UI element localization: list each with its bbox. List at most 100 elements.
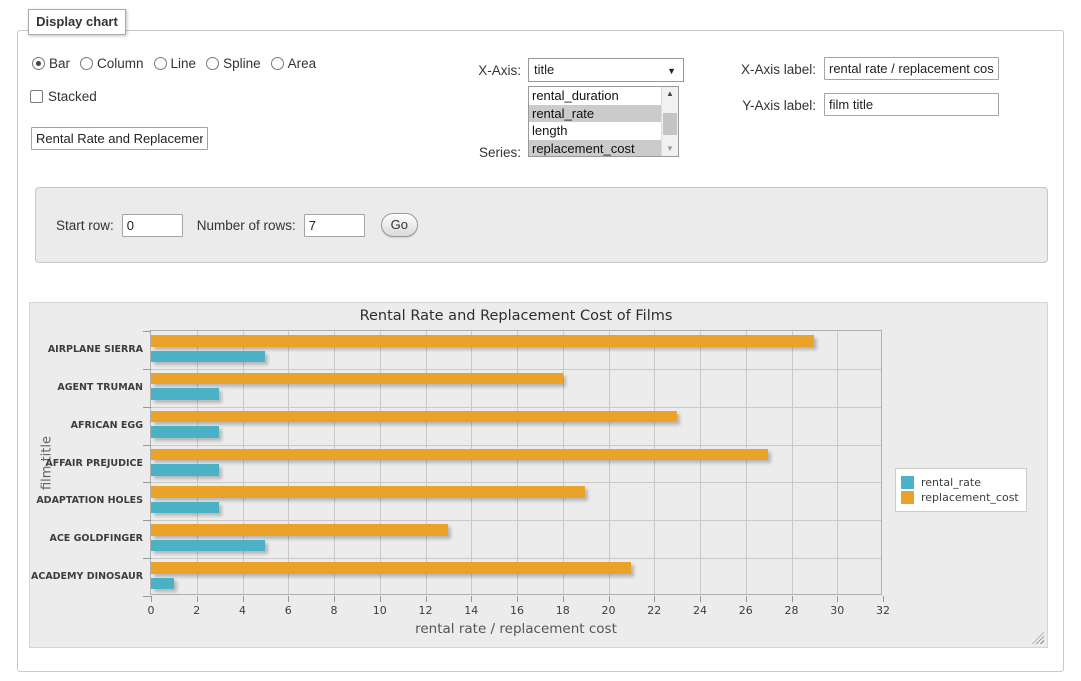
x-axis-label-input[interactable] [824, 57, 999, 80]
x-tick-mark [837, 596, 838, 602]
radio-label: Line [171, 56, 197, 71]
x-tick-mark [197, 596, 198, 602]
category-label: AIRPLANE SIERRA [31, 344, 143, 355]
x-axis-select-value: title [534, 62, 554, 77]
x-tick-mark [792, 596, 793, 602]
gridline-vertical [654, 331, 655, 594]
series-option-replacement-cost[interactable]: replacement_cost [529, 140, 661, 156]
y-tick-mark [143, 520, 151, 521]
radio-option-column[interactable]: Column [80, 56, 144, 71]
scroll-down-icon[interactable]: ▼ [662, 142, 678, 156]
radio-button-icon[interactable] [271, 57, 284, 70]
x-tick-label: 8 [319, 604, 349, 617]
chart-title-input[interactable] [31, 127, 208, 150]
series-multiselect[interactable]: rental_duration rental_rate length repla… [528, 86, 679, 157]
radio-button-icon[interactable] [80, 57, 93, 70]
gridline-horizontal [151, 558, 881, 559]
bar-replacement_cost [151, 411, 677, 423]
bar-rental_rate [151, 578, 174, 590]
radio-option-line[interactable]: Line [154, 56, 197, 71]
stacked-option[interactable]: Stacked [30, 89, 97, 104]
gridline-vertical [563, 331, 564, 594]
chart-legend: rental_rate replacement_cost [895, 468, 1027, 512]
y-tick-mark [143, 445, 151, 446]
radio-label: Column [97, 56, 144, 71]
series-option-rental-duration[interactable]: rental_duration [529, 87, 661, 105]
y-tick-mark [143, 331, 151, 332]
radio-label: Bar [49, 56, 70, 71]
legend-swatch-replacement_cost [901, 491, 914, 504]
radio-button-icon[interactable] [32, 57, 45, 70]
radio-option-area[interactable]: Area [271, 56, 317, 71]
y-tick-mark [143, 407, 151, 408]
x-tick-mark [151, 596, 152, 602]
scrollbar-thumb[interactable] [663, 113, 677, 135]
fieldset-legend: Display chart [28, 9, 126, 35]
x-axis-select-label: X-Axis: [421, 63, 521, 78]
x-tick-mark [517, 596, 518, 602]
gridline-vertical [837, 331, 838, 594]
x-tick-label: 28 [777, 604, 807, 617]
y-axis-label-input[interactable] [824, 93, 999, 116]
radio-button-icon[interactable] [206, 57, 219, 70]
number-of-rows-label: Number of rows: [197, 218, 296, 233]
x-axis-title: rental rate / replacement cost [150, 621, 882, 637]
gridline-vertical [380, 331, 381, 594]
x-tick-mark [746, 596, 747, 602]
chart-panel: Rental Rate and Replacement Cost of Film… [29, 302, 1048, 648]
x-tick-mark [700, 596, 701, 602]
resize-gripper-icon[interactable] [1032, 632, 1044, 644]
x-tick-mark [380, 596, 381, 602]
radio-option-spline[interactable]: Spline [206, 56, 261, 71]
x-tick-label: 30 [822, 604, 852, 617]
bar-replacement_cost [151, 373, 563, 385]
gridline-vertical [243, 331, 244, 594]
bar-replacement_cost [151, 524, 448, 536]
x-tick-label: 24 [685, 604, 715, 617]
bar-rental_rate [151, 502, 219, 514]
y-tick-mark [143, 558, 151, 559]
x-tick-mark [288, 596, 289, 602]
series-option-length[interactable]: length [529, 122, 661, 140]
x-tick-label: 26 [731, 604, 761, 617]
gridline-vertical [700, 331, 701, 594]
display-chart-fieldset: Display chart Bar Column Line Spline Are… [17, 30, 1064, 672]
chart-type-radio-group: Bar Column Line Spline Area [32, 56, 316, 71]
radio-button-icon[interactable] [154, 57, 167, 70]
start-row-label: Start row: [56, 218, 114, 233]
gridline-vertical [471, 331, 472, 594]
bar-rental_rate [151, 540, 265, 552]
category-label: AFRICAN EGG [31, 420, 143, 431]
legend-label: replacement_cost [921, 491, 1019, 504]
x-tick-label: 18 [548, 604, 578, 617]
gridline-horizontal [151, 445, 881, 446]
stacked-checkbox[interactable] [30, 90, 43, 103]
bar-replacement_cost [151, 562, 631, 574]
chart-title: Rental Rate and Replacement Cost of Film… [150, 308, 882, 324]
go-button[interactable]: Go [381, 213, 418, 237]
scroll-up-icon[interactable]: ▲ [662, 87, 678, 101]
x-axis-select[interactable]: title ▼ [528, 58, 684, 82]
x-tick-label: 22 [639, 604, 669, 617]
series-scrollbar[interactable]: ▲ ▼ [661, 87, 678, 156]
x-tick-mark [334, 596, 335, 602]
x-tick-label: 32 [868, 604, 898, 617]
x-tick-label: 12 [411, 604, 441, 617]
dropdown-arrow-icon: ▼ [667, 59, 676, 83]
y-tick-mark [143, 369, 151, 370]
gridline-vertical [792, 331, 793, 594]
number-of-rows-input[interactable] [304, 214, 365, 237]
start-row-input[interactable] [122, 214, 183, 237]
x-tick-label: 14 [456, 604, 486, 617]
radio-option-bar[interactable]: Bar [32, 56, 70, 71]
x-tick-label: 20 [594, 604, 624, 617]
category-label: AGENT TRUMAN [31, 382, 143, 393]
legend-label: rental_rate [921, 476, 981, 489]
y-tick-mark [143, 596, 151, 597]
x-tick-mark [426, 596, 427, 602]
gridline-horizontal [151, 369, 881, 370]
x-tick-mark [563, 596, 564, 602]
bar-rental_rate [151, 464, 219, 476]
series-options: rental_duration rental_rate length repla… [529, 87, 661, 156]
series-option-rental-rate[interactable]: rental_rate [529, 105, 661, 123]
